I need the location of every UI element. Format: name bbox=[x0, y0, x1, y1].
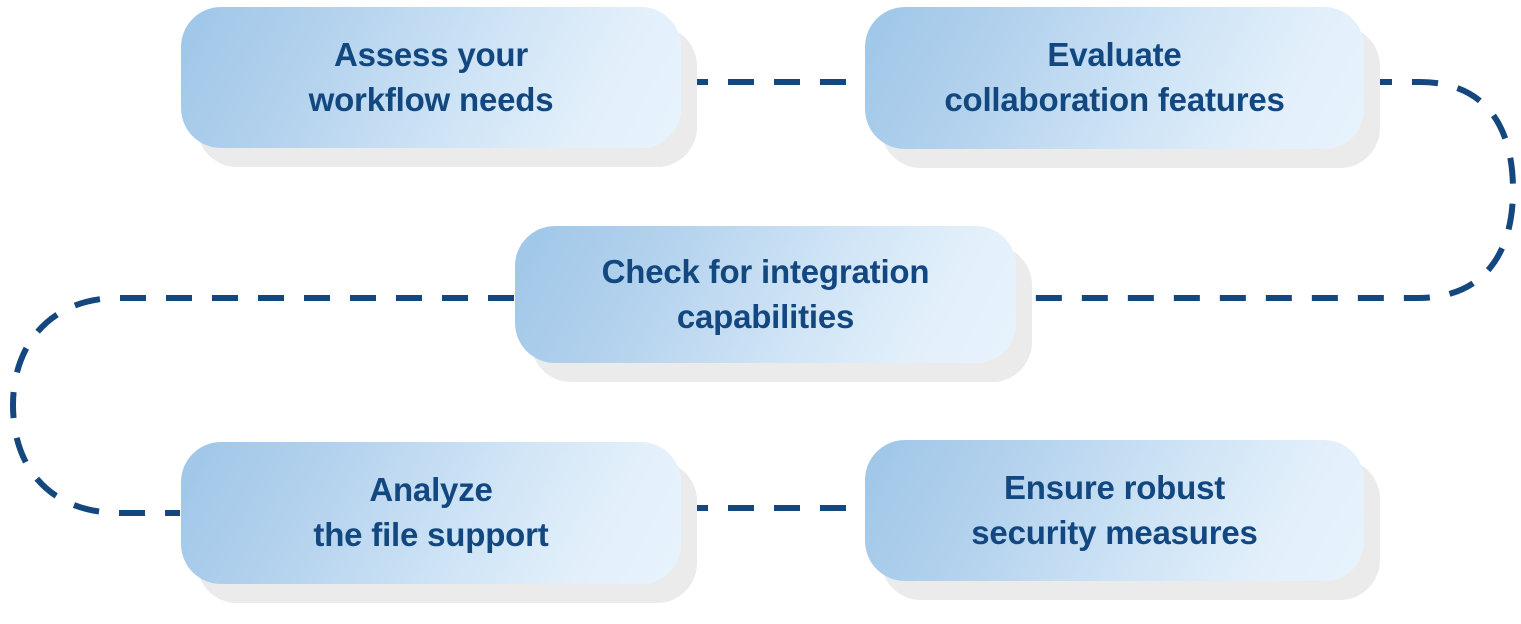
flow-node-check-label: Check for integration capabilities bbox=[601, 252, 930, 335]
flow-node-analyze-label: Analyze the file support bbox=[313, 471, 549, 553]
flowchart-canvas: Assess your workflow needs Evaluate coll… bbox=[0, 0, 1521, 624]
flow-node-analyze[interactable]: Analyze the file support bbox=[181, 442, 681, 584]
flow-node-ensure-label: Ensure robust security measures bbox=[971, 468, 1258, 551]
flow-node-check[interactable]: Check for integration capabilities bbox=[515, 226, 1016, 363]
flow-node-assess[interactable]: Assess your workflow needs bbox=[181, 7, 681, 148]
flow-node-evaluate-label: Evaluate collaboration features bbox=[944, 36, 1285, 118]
flow-node-ensure[interactable]: Ensure robust security measures bbox=[865, 440, 1364, 581]
flow-node-evaluate[interactable]: Evaluate collaboration features bbox=[865, 7, 1364, 149]
flow-node-assess-label: Assess your workflow needs bbox=[308, 35, 554, 118]
